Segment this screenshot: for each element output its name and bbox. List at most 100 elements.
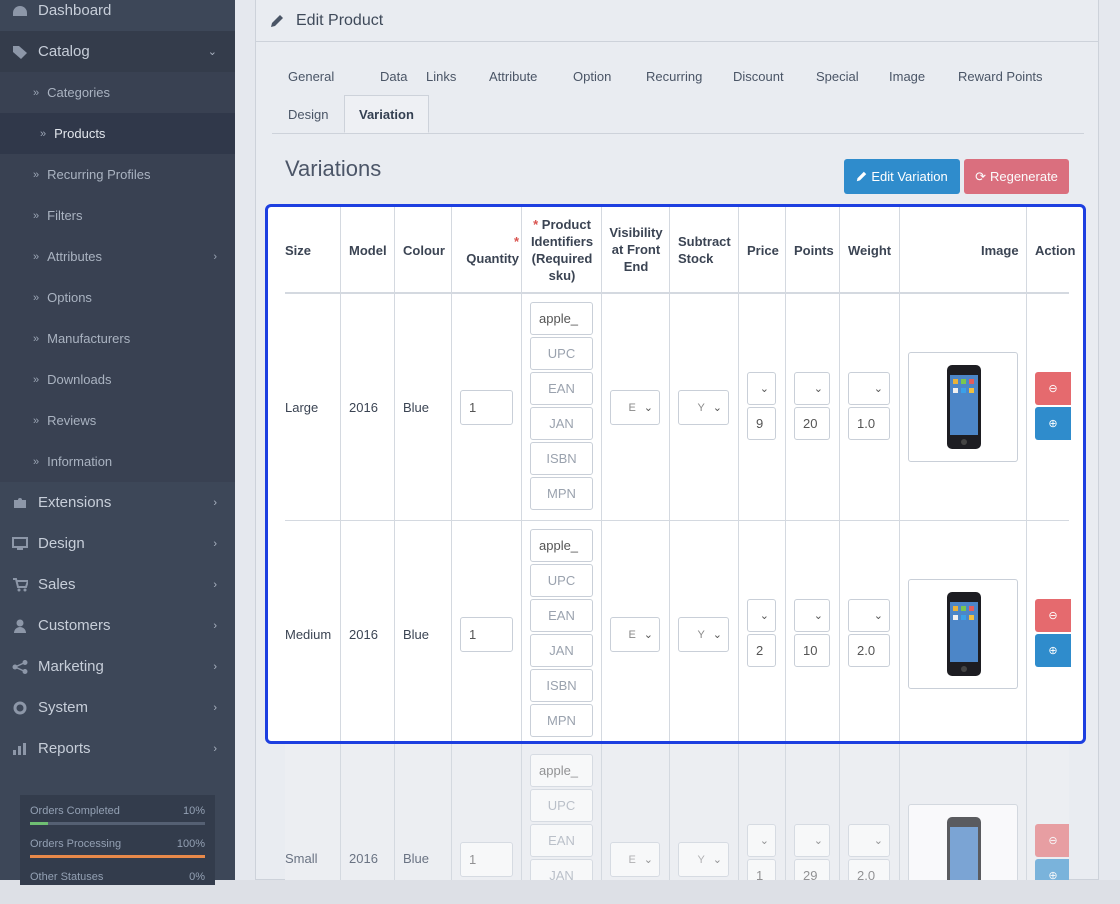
- chevron-right-icon: ›: [213, 537, 217, 550]
- visibility-select[interactable]: E ⌄: [610, 390, 660, 425]
- sidebar-item-reviews[interactable]: » Reviews: [0, 400, 235, 441]
- header-visibility-line: Visibility: [609, 225, 663, 240]
- nav-sales[interactable]: Sales ›: [0, 564, 235, 605]
- header-visibility-line: at Front: [611, 242, 661, 257]
- quantity-input[interactable]: 1: [460, 390, 513, 425]
- puzzle-icon: [14, 497, 26, 508]
- tab-general[interactable]: General: [288, 58, 334, 96]
- tab-special[interactable]: Special: [816, 58, 859, 96]
- weight-prefix-select[interactable]: ⌄: [848, 824, 890, 857]
- nav-extensions[interactable]: Extensions ›: [0, 482, 235, 523]
- subtract-select[interactable]: Y ⌄: [678, 390, 729, 425]
- desktop-icon: [12, 536, 28, 550]
- price-prefix-select[interactable]: ⌄: [747, 599, 776, 632]
- visibility-select[interactable]: E ⌄: [610, 842, 660, 877]
- add-variation-button[interactable]: ⊕: [1035, 634, 1071, 667]
- price-prefix-select[interactable]: ⌄: [747, 372, 776, 405]
- nav-customers[interactable]: Customers ›: [0, 605, 235, 646]
- weight-input[interactable]: 2.0: [848, 634, 890, 667]
- pencil-icon: [271, 14, 283, 27]
- jan-input[interactable]: JAN: [530, 407, 593, 440]
- nav-system[interactable]: System ›: [0, 687, 235, 728]
- regenerate-label: Regenerate: [989, 169, 1058, 184]
- price-input[interactable]: 9: [747, 407, 776, 440]
- nav-design[interactable]: Design ›: [0, 523, 235, 564]
- tab-design[interactable]: Design: [288, 96, 328, 134]
- tab-variation[interactable]: Variation: [344, 95, 429, 133]
- tab-image[interactable]: Image: [889, 58, 925, 96]
- tags-icon: [13, 45, 27, 59]
- points-input[interactable]: 20: [794, 407, 830, 440]
- tab-attribute[interactable]: Attribute: [489, 58, 537, 96]
- sidebar-item-products[interactable]: » Products: [0, 113, 235, 154]
- weight-prefix-select[interactable]: ⌄: [848, 599, 890, 632]
- points-input[interactable]: 10: [794, 634, 830, 667]
- quantity-input[interactable]: 1: [460, 842, 513, 877]
- edit-variation-button[interactable]: Edit Variation: [844, 159, 960, 194]
- nav-reports[interactable]: Reports ›: [0, 728, 235, 769]
- tab-reward-points[interactable]: Reward Points: [958, 58, 1043, 96]
- tab-recurring[interactable]: Recurring: [646, 58, 702, 96]
- mpn-input[interactable]: MPN: [530, 704, 593, 737]
- points-prefix-select[interactable]: ⌄: [794, 824, 830, 857]
- jan-input[interactable]: JAN: [530, 634, 593, 667]
- add-variation-button[interactable]: ⊕: [1035, 407, 1071, 440]
- upc-input[interactable]: UPC: [530, 564, 593, 597]
- nav-marketing[interactable]: Marketing ›: [0, 646, 235, 687]
- ean-input[interactable]: EAN: [530, 599, 593, 632]
- ean-input[interactable]: EAN: [530, 372, 593, 405]
- order-stats: Orders Completed 10% Orders Processing 1…: [20, 795, 215, 885]
- sidebar-item-manufacturers[interactable]: » Manufacturers: [0, 318, 235, 359]
- price-input[interactable]: 1: [747, 859, 776, 880]
- variations-table: Size Model Colour * Quantity * Product I…: [285, 207, 1075, 741]
- quantity-input[interactable]: 1: [460, 617, 513, 652]
- upc-input[interactable]: UPC: [530, 337, 593, 370]
- sku-input[interactable]: apple_: [530, 302, 593, 335]
- visibility-select[interactable]: E ⌄: [610, 617, 660, 652]
- ean-input[interactable]: EAN: [530, 824, 593, 857]
- mpn-input[interactable]: MPN: [530, 477, 593, 510]
- sidebar-item-filters[interactable]: » Filters: [0, 195, 235, 236]
- subtract-select[interactable]: Y ⌄: [678, 842, 729, 877]
- weight-input[interactable]: 1.0: [848, 407, 890, 440]
- stat-label: Other Statuses: [30, 871, 104, 883]
- add-variation-button[interactable]: ⊕: [1035, 859, 1069, 880]
- isbn-input[interactable]: ISBN: [530, 669, 593, 702]
- points-prefix-select[interactable]: ⌄: [794, 372, 830, 405]
- jan-input[interactable]: JAN: [530, 859, 593, 880]
- required-mark: *: [533, 217, 539, 232]
- product-image-thumb[interactable]: [908, 352, 1018, 462]
- nav-dashboard[interactable]: Dashboard: [0, 0, 235, 31]
- points-input[interactable]: 29: [794, 859, 830, 880]
- plus-circle-icon: ⊕: [1048, 645, 1058, 657]
- header-identifiers: * Product Identifiers (Required sku): [522, 216, 602, 284]
- points-prefix-select[interactable]: ⌄: [794, 599, 830, 632]
- sku-input[interactable]: apple_: [530, 529, 593, 562]
- sidebar-item-recurring-profiles[interactable]: » Recurring Profiles: [0, 154, 235, 195]
- remove-variation-button[interactable]: ⊖: [1035, 599, 1071, 632]
- tab-discount[interactable]: Discount: [733, 58, 784, 96]
- double-chevron-icon: »: [33, 86, 40, 99]
- sidebar-item-information[interactable]: » Information: [0, 441, 235, 482]
- nav-catalog[interactable]: Catalog ⌄: [0, 31, 235, 72]
- sidebar-item-attributes[interactable]: » Attributes ›: [0, 236, 235, 277]
- sku-input[interactable]: apple_: [530, 754, 593, 787]
- weight-prefix-select[interactable]: ⌄: [848, 372, 890, 405]
- sidebar-item-downloads[interactable]: » Downloads: [0, 359, 235, 400]
- weight-input[interactable]: 2.0: [848, 859, 890, 880]
- product-image-thumb[interactable]: [908, 804, 1018, 880]
- price-prefix-select[interactable]: ⌄: [747, 824, 776, 857]
- regenerate-button[interactable]: ⟳ Regenerate: [964, 159, 1069, 194]
- subtract-select[interactable]: Y ⌄: [678, 617, 729, 652]
- upc-input[interactable]: UPC: [530, 789, 593, 822]
- product-image-thumb[interactable]: [908, 579, 1018, 689]
- sidebar-item-options[interactable]: » Options: [0, 277, 235, 318]
- tab-data[interactable]: Data: [380, 58, 407, 96]
- tab-option[interactable]: Option: [573, 58, 611, 96]
- remove-variation-button[interactable]: ⊖: [1035, 824, 1069, 857]
- tab-links[interactable]: Links: [426, 58, 456, 96]
- remove-variation-button[interactable]: ⊖: [1035, 372, 1071, 405]
- isbn-input[interactable]: ISBN: [530, 442, 593, 475]
- price-input[interactable]: 2: [747, 634, 776, 667]
- sidebar-item-categories[interactable]: » Categories: [0, 72, 235, 113]
